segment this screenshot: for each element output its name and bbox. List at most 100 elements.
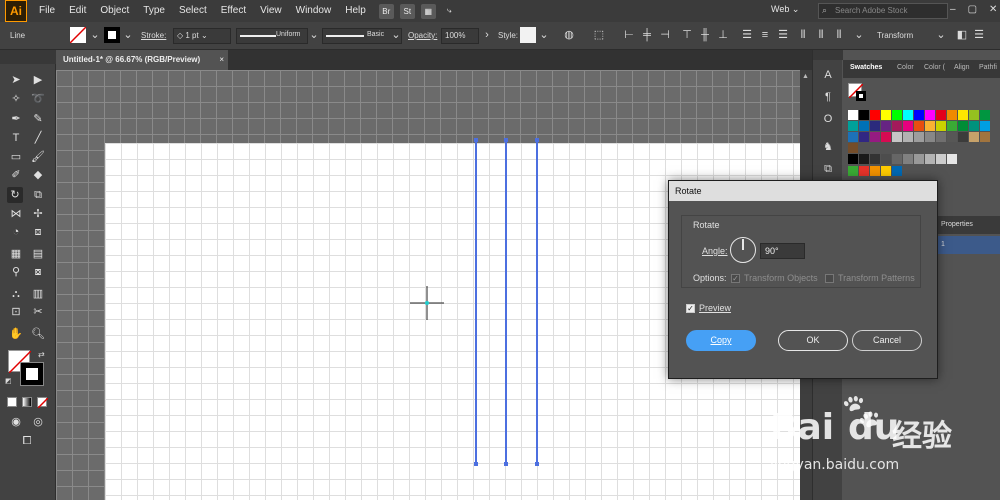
angle-dial[interactable] (730, 237, 756, 263)
align-bottom-icon[interactable]: ⊥ (716, 28, 730, 42)
preview-checkbox[interactable]: ✓ (686, 304, 695, 313)
menu-edit[interactable]: Edit (62, 0, 93, 22)
menu-help[interactable]: Help (338, 0, 373, 22)
align-hcenter-icon[interactable]: ╪ (640, 28, 654, 42)
copy-button[interactable]: Copy (686, 330, 756, 351)
ok-button[interactable]: OK (778, 330, 848, 351)
column-graph-tool-icon[interactable]: ▥ (30, 286, 46, 302)
properties-tab[interactable]: Properties (936, 216, 1000, 234)
swatch-37[interactable] (969, 132, 979, 142)
pen-tool-icon[interactable]: ✒ (8, 111, 24, 127)
opacity-arrow-icon[interactable]: › (480, 28, 494, 42)
swatch-23[interactable] (958, 121, 968, 131)
search-stock-input[interactable]: Search Adobe Stock (818, 3, 948, 19)
swatch-27[interactable] (859, 132, 869, 142)
zoom-tool-icon[interactable]: 🔍︎ (30, 326, 46, 342)
swatch-33[interactable] (925, 132, 935, 142)
group-swatch-4[interactable] (892, 166, 902, 176)
gpu-performance-icon[interactable]: ⤷ (442, 4, 457, 19)
bridge-button[interactable]: Br (378, 3, 394, 19)
swatch-14[interactable] (859, 121, 869, 131)
distribute-left-icon[interactable]: ⦀ (796, 28, 810, 42)
swatch-12[interactable] (980, 110, 990, 120)
swatch-10[interactable] (958, 110, 968, 120)
swatch-19[interactable] (914, 121, 924, 131)
angle-input[interactable]: 90° (760, 243, 805, 259)
width-tool-icon[interactable]: ⋈ (8, 206, 24, 222)
menu-type[interactable]: Type (136, 0, 172, 22)
graphic-style-swatch[interactable] (520, 27, 536, 43)
tab-color-guide[interactable]: Color ( (924, 64, 945, 71)
align-right-icon[interactable]: ⊣ (658, 28, 672, 42)
swatch-18[interactable] (903, 121, 913, 131)
swatch-39[interactable] (848, 143, 858, 153)
recolor-artwork-icon[interactable]: ◍ (562, 28, 576, 42)
align-top-icon[interactable]: ⊤ (680, 28, 694, 42)
document-tab[interactable]: Untitled-1* @ 66.67% (RGB/Preview) × (56, 50, 228, 70)
hand-tool-icon[interactable]: ✋ (8, 326, 24, 342)
swatch-24[interactable] (969, 121, 979, 131)
fill-dropdown-icon[interactable]: ⌄ (88, 28, 102, 42)
close-tab-icon[interactable]: × (219, 50, 224, 70)
draw-normal-icon[interactable]: ◉ (8, 414, 24, 430)
transform-link[interactable]: Transform (877, 31, 913, 40)
symbol-sprayer-tool-icon[interactable]: ⛬ (8, 286, 24, 302)
swatch-15[interactable] (870, 121, 880, 131)
default-fill-stroke-icon[interactable]: ◩ (5, 377, 12, 385)
swatch-21[interactable] (936, 121, 946, 131)
magic-wand-tool-icon[interactable]: ✧ (8, 91, 24, 107)
group-swatch-2[interactable] (870, 166, 880, 176)
isolate-object-icon[interactable]: ◧ (955, 28, 969, 42)
distribute-right-icon[interactable]: ⦀ (832, 28, 846, 42)
gradient-mode-button[interactable] (22, 397, 32, 407)
selected-line-1[interactable] (474, 138, 478, 466)
stock-button[interactable]: St (399, 3, 415, 19)
fill-swatch[interactable] (69, 26, 87, 44)
menu-file[interactable]: File (32, 0, 62, 22)
selection-tool-icon[interactable]: ➤ (8, 72, 24, 88)
swatch-8[interactable] (936, 110, 946, 120)
swatch-35[interactable] (947, 132, 957, 142)
tab-color[interactable]: Color (897, 64, 914, 71)
swatch-30[interactable] (892, 132, 902, 142)
swatch-22[interactable] (947, 121, 957, 131)
swatch-6[interactable] (914, 110, 924, 120)
opentype-panel-icon[interactable]: O (821, 112, 835, 126)
tab-align[interactable]: Align (954, 64, 970, 71)
swatch-0[interactable] (848, 110, 858, 120)
distribute-top-icon[interactable]: ☰ (740, 28, 754, 42)
puppet-warp-tool-icon[interactable]: ✢ (30, 206, 46, 222)
distribute-bottom-icon[interactable]: ☰ (776, 28, 790, 42)
asset-export-icon[interactable]: ⧉ (821, 162, 835, 176)
swap-fill-stroke-icon[interactable]: ⇄ (38, 350, 45, 359)
gray-swatch-9[interactable] (947, 154, 957, 164)
tab-pathfinder[interactable]: Pathfi (979, 64, 997, 71)
swatch-32[interactable] (914, 132, 924, 142)
profile-dropdown-icon[interactable]: ⌄ (307, 28, 321, 42)
lasso-tool-icon[interactable]: ➰ (30, 91, 46, 107)
align-to-icon[interactable]: ⬚ (592, 28, 606, 42)
swatch-38[interactable] (980, 132, 990, 142)
none-mode-button[interactable] (37, 397, 49, 409)
swatch-34[interactable] (936, 132, 946, 142)
maximize-icon[interactable]: ▢ (968, 4, 977, 15)
distribute-hcenter-icon[interactable]: ⦀ (814, 28, 828, 42)
opacity-field[interactable]: 100% (441, 28, 479, 44)
swatch-31[interactable] (903, 132, 913, 142)
curvature-tool-icon[interactable]: ✎ (30, 111, 46, 127)
stroke-label[interactable]: Stroke: (141, 31, 166, 40)
rotate-tool-icon[interactable]: ↻ (7, 187, 23, 203)
gray-swatch-5[interactable] (903, 154, 913, 164)
type-tool-icon[interactable]: T (8, 130, 24, 146)
screen-mode-icon[interactable]: ⧠ (19, 433, 35, 449)
panel-menu-icon[interactable]: ☰ (972, 28, 986, 42)
swatch-5[interactable] (903, 110, 913, 120)
swatch-20[interactable] (925, 121, 935, 131)
selected-line-2[interactable] (504, 138, 508, 466)
swatch-17[interactable] (892, 121, 902, 131)
gradient-tool-icon[interactable]: ▤ (30, 246, 46, 262)
rectangle-tool-icon[interactable]: ▭ (8, 149, 24, 165)
minimize-icon[interactable]: – (950, 4, 956, 15)
menu-select[interactable]: Select (172, 0, 214, 22)
gray-swatch-4[interactable] (892, 154, 902, 164)
